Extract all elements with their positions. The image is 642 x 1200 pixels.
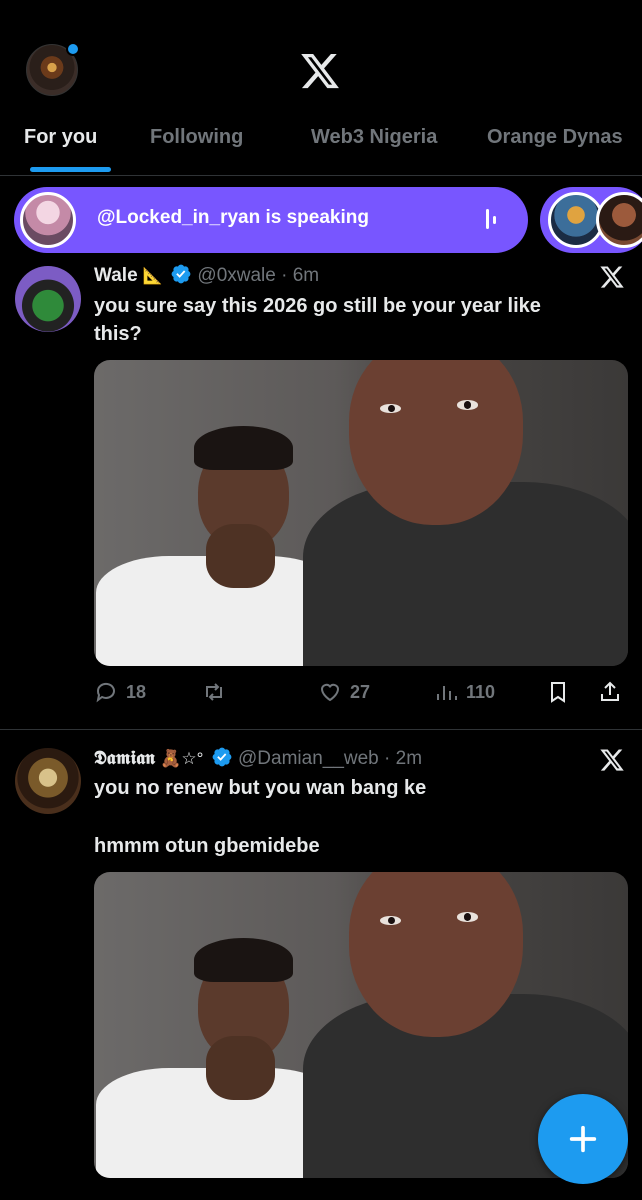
heart-icon [320, 683, 340, 702]
views-bar-icon [437, 686, 457, 700]
tabs-divider [0, 175, 642, 176]
tweet-divider [0, 729, 642, 730]
tweet-media-image[interactable] [94, 360, 628, 666]
active-tab-indicator [30, 167, 111, 172]
like-button[interactable]: 27 [318, 680, 370, 704]
compose-button[interactable] [538, 1094, 628, 1184]
reply-icon [96, 682, 115, 703]
author-name-emoji: 🧸☆° [160, 749, 204, 768]
verified-badge-icon [212, 747, 232, 767]
author-name[interactable]: Wale [94, 265, 138, 286]
bookmark-button[interactable] [546, 680, 570, 704]
share-icon [601, 681, 619, 701]
tweet-time[interactable]: 2m [396, 748, 422, 769]
space-host-avatar [20, 192, 76, 248]
tweet-header: 𝕯𝖆𝖒𝖎𝖆𝖓 🧸☆° @Damian__web · 2m [94, 746, 422, 770]
retweet-icon [206, 683, 222, 701]
separator: · [281, 265, 288, 286]
tab-following[interactable]: Following [150, 126, 243, 149]
like-count: 27 [350, 681, 371, 702]
author-handle[interactable]: @Damian__web [238, 748, 379, 769]
author-name-emoji: 📐 [142, 268, 163, 285]
x-logo-icon[interactable] [599, 747, 625, 773]
retweet-button[interactable] [202, 680, 226, 704]
tweet-text: you sure say this 2026 go still be your … [94, 292, 624, 348]
tweet-author-avatar[interactable] [15, 748, 81, 814]
verified-badge-icon [171, 264, 191, 284]
x-logo-icon[interactable] [599, 264, 625, 290]
feed-tabs: For you Following Web3 Nigeria Orange Dy… [0, 118, 642, 174]
tweet-header: Wale 📐 @0xwale · 6m [94, 263, 319, 287]
author-handle[interactable]: @0xwale [197, 265, 275, 286]
separator: · [384, 748, 391, 769]
share-button[interactable] [598, 680, 622, 704]
tweet-text-line: you sure say this 2026 go still be your … [94, 295, 541, 317]
tweet-time[interactable]: 6m [293, 265, 319, 286]
author-name[interactable]: 𝕯𝖆𝖒𝖎𝖆𝖓 [94, 748, 155, 769]
reply-button[interactable]: 18 [94, 680, 146, 704]
audio-bars-icon [486, 209, 496, 229]
tweet-text-line: hmmm otun gbemidebe [94, 835, 320, 857]
tab-web3-nigeria[interactable]: Web3 Nigeria [311, 126, 437, 149]
tweet-text: you no renew but you wan bang ke hmmm ot… [94, 774, 624, 860]
tweet-text-line: you no renew but you wan bang ke [94, 777, 427, 799]
bookmark-icon [551, 682, 565, 703]
x-logo-icon [301, 53, 339, 89]
views-button[interactable]: 110 [434, 680, 495, 704]
reply-count: 18 [126, 681, 147, 702]
tweet-text-line: this? [94, 323, 142, 345]
tweet-actions: 18 27 110 [94, 680, 628, 708]
views-count: 110 [466, 681, 496, 702]
notification-dot [66, 42, 80, 56]
plus-icon [569, 1125, 597, 1153]
tab-orange-dynasty[interactable]: Orange Dynas [487, 126, 623, 149]
space-speaking-label: @Locked_in_ryan is speaking [97, 207, 369, 228]
tweet-author-avatar[interactable] [15, 266, 81, 332]
media-person-right [302, 360, 628, 666]
tab-for-you[interactable]: For you [24, 126, 97, 149]
